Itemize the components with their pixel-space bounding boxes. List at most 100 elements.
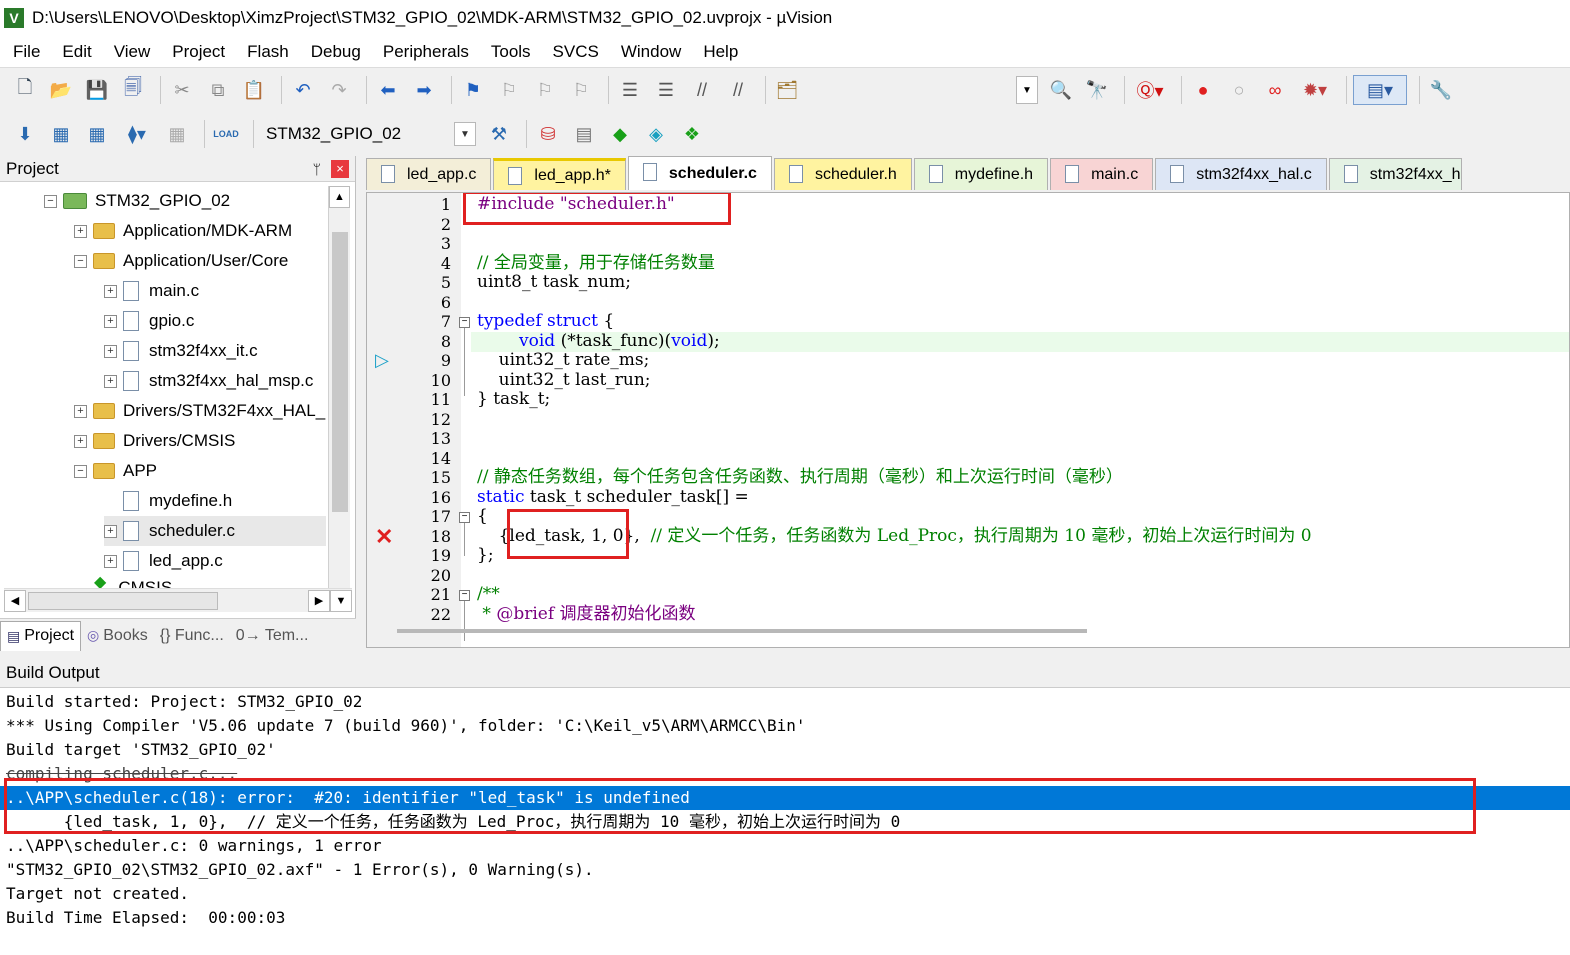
target-select[interactable]: STM32_GPIO_02 ▼ [260,121,476,147]
menu-debug[interactable]: Debug [300,37,372,67]
tree-item-root[interactable]: − STM32_GPIO_02 [44,186,230,216]
tab-books[interactable]: ◎ Books [81,621,154,651]
menu-tools[interactable]: Tools [480,37,542,67]
clear-bookmarks-icon[interactable]: ⚐ [566,75,596,105]
menu-window[interactable]: Window [610,37,692,67]
tab-scheduler-h[interactable]: scheduler.h [773,158,912,190]
tab-stm32f4xx-hal-c[interactable]: stm32f4xx_hal.c [1155,158,1327,190]
select-software-packs-icon[interactable]: ◈ [641,119,671,149]
pack-installer-icon[interactable]: ◆ [605,119,635,149]
uncomment-icon[interactable]: // [723,75,753,105]
tree-expander[interactable]: − [74,254,87,268]
run-time-environment-icon[interactable]: ❖ [677,119,707,149]
bookmark-icon[interactable]: ⚑ [458,75,488,105]
unindent-icon[interactable]: ☰ [651,75,681,105]
translate-icon[interactable]: ⬇ [10,119,40,149]
tree-item-file[interactable]: + stm32f4xx_it.c [104,336,258,366]
file-extensions-icon[interactable]: ▤ [569,119,599,149]
menu-flash[interactable]: Flash [236,37,300,67]
save-icon[interactable]: 💾 [82,75,112,105]
configure-wrench-icon[interactable]: 🔧 [1426,75,1456,105]
comment-icon[interactable]: // [687,75,717,105]
scroll-up-icon[interactable]: ▲ [329,186,350,208]
tree-expander[interactable]: − [44,194,57,208]
prev-bookmark-icon[interactable]: ⚐ [494,75,524,105]
tree-expander[interactable]: + [104,344,117,358]
tree-item-file[interactable]: + gpio.c [104,306,194,336]
tab-stm32f4xx-h[interactable]: stm32f4xx_h [1328,158,1462,190]
project-tree-vscrollbar[interactable]: ▲ [328,186,350,606]
scroll-down-icon[interactable]: ▼ [330,589,352,612]
tree-item-folder[interactable]: + Drivers/STM32F4xx_HAL_ [74,396,325,426]
tree-expander[interactable]: + [74,404,87,418]
indent-icon[interactable]: ☰ [615,75,645,105]
tree-item-file[interactable]: mydefine.h [123,486,232,516]
manage-components-icon[interactable]: ⛁ [533,119,563,149]
tab-main-c[interactable]: main.c [1050,158,1154,190]
code-editor[interactable]: 1 2 3 4 5 6 7 8 9 10 11 12 13 14 15 16 1… [366,192,1570,648]
tree-item-file[interactable]: + main.c [104,276,199,306]
menu-file[interactable]: File [2,37,51,67]
new-file-icon[interactable]: 🗋 [10,75,40,105]
build-error-line[interactable]: ..\APP\scheduler.c(18): error: #20: iden… [0,786,1570,810]
find-combo-dropdown[interactable]: ▼ [1016,76,1038,104]
undo-icon[interactable]: ↶ [288,75,318,105]
tree-item-folder[interactable]: + Drivers/CMSIS [74,426,235,456]
find-icon[interactable]: 🔍 [1046,75,1076,105]
next-bookmark-icon[interactable]: ⚐ [530,75,560,105]
tree-expander[interactable]: − [74,464,87,478]
cut-icon[interactable]: ✂ [167,75,197,105]
tab-mydefine-h[interactable]: mydefine.h [913,158,1049,190]
paste-icon[interactable]: 📋 [239,75,269,105]
tree-item-file[interactable]: + stm32f4xx_hal_msp.c [104,366,313,396]
tree-item-folder[interactable]: − APP [74,456,157,486]
incremental-find-icon[interactable]: 🔭 [1082,75,1112,105]
code-hscrollbar[interactable] [397,629,1087,633]
build-icon[interactable]: ▦ [46,119,76,149]
menu-help[interactable]: Help [692,37,749,67]
find-in-files-icon[interactable]: 🗂 [772,75,802,105]
tree-expander[interactable]: + [104,314,117,328]
close-icon[interactable]: × [331,159,349,178]
fold-toggle[interactable]: − [459,512,470,523]
tree-item-folder[interactable]: − Application/User/Core [74,246,288,276]
scroll-thumb[interactable] [28,591,218,610]
menu-project[interactable]: Project [161,37,236,67]
tab-scheduler-c-active[interactable]: scheduler.c [627,156,772,190]
tree-expander[interactable]: + [104,374,117,388]
tree-expander[interactable]: + [104,284,117,298]
tab-project[interactable]: ▤ Project [0,620,82,651]
tree-expander[interactable]: + [104,524,117,538]
copy-icon[interactable]: ⧉ [203,75,233,105]
redo-icon[interactable]: ↷ [324,75,354,105]
tab-led-app-c[interactable]: led_app.c [366,158,492,190]
fold-toggle[interactable]: − [459,590,470,601]
tab-led-app-h[interactable]: led_app.h* [493,158,626,190]
menu-view[interactable]: View [103,37,162,67]
disable-breakpoints-icon[interactable]: ∞ [1260,75,1290,105]
tree-item-file-selected[interactable]: + scheduler.c [104,516,326,546]
build-output-log[interactable]: Build started: Project: STM32_GPIO_02 **… [0,690,1570,930]
enable-breakpoint-icon[interactable]: ○ [1224,75,1254,105]
open-file-icon[interactable]: 📂 [46,75,76,105]
tree-expander[interactable]: + [74,434,87,448]
tree-item-folder[interactable]: + Application/MDK-ARM [74,216,292,246]
insert-breakpoint-icon[interactable]: ● [1188,75,1218,105]
tree-expander[interactable]: + [104,554,117,568]
navigate-back-icon[interactable]: ⬅ [373,75,403,105]
download-load-icon[interactable]: LOAD [211,119,241,149]
tab-functions[interactable]: {} Func... [154,621,230,651]
project-tree-hscrollbar[interactable]: ◀ ▶ ▼ [4,588,352,612]
navigate-forward-icon[interactable]: ➡ [409,75,439,105]
menu-edit[interactable]: Edit [51,37,102,67]
debug-session-icon[interactable]: Ⓠ▾ [1131,75,1169,105]
target-options-icon[interactable]: ⚒ [484,119,514,149]
tree-item-file[interactable]: + led_app.c [104,546,223,576]
tree-expander[interactable]: + [74,224,87,238]
batch-build-icon[interactable]: ⧫▾ [118,119,156,149]
window-layout-icon[interactable]: ▤▾ [1353,75,1407,105]
tab-templates[interactable]: 0→ Tem... [230,621,315,651]
stop-build-icon[interactable]: ▦ [162,119,192,149]
menu-peripherals[interactable]: Peripherals [372,37,480,67]
tree-item-component[interactable]: ◆ CMSIS [94,576,172,588]
